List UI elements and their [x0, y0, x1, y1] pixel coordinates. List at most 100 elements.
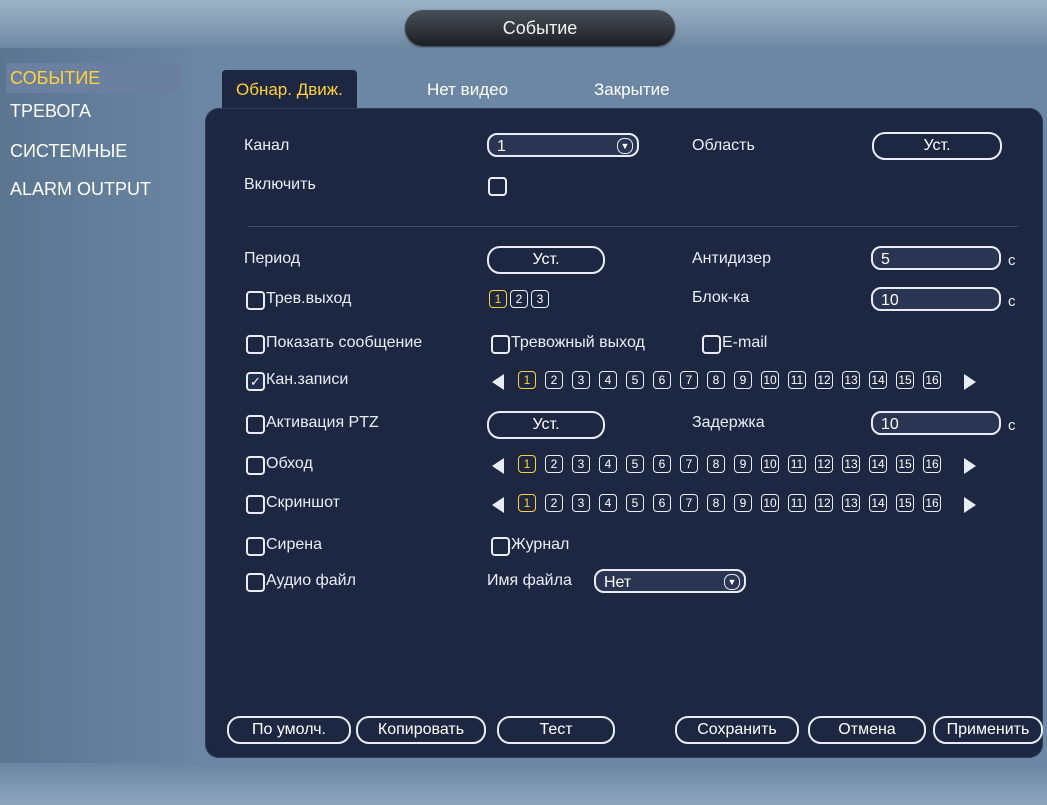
window-title: Событие — [405, 10, 675, 46]
channel-number-8[interactable]: 8 — [707, 494, 725, 512]
channel-number-9[interactable]: 9 — [734, 455, 752, 473]
snapshot-label: Скриншот — [266, 494, 340, 511]
channel-number-15[interactable]: 15 — [896, 494, 914, 512]
channel-number-16[interactable]: 16 — [923, 494, 941, 512]
channel-number-7[interactable]: 7 — [680, 455, 698, 473]
area-label: Область — [692, 137, 755, 154]
test-button[interactable]: Тест — [497, 716, 615, 744]
channel-number-13[interactable]: 13 — [842, 455, 860, 473]
email-checkbox[interactable] — [702, 335, 721, 354]
channel-number-11[interactable]: 11 — [788, 494, 806, 512]
channel-number-2[interactable]: 2 — [545, 494, 563, 512]
record-prev-arrow-icon[interactable] — [492, 374, 504, 390]
channel-number-7[interactable]: 7 — [680, 371, 698, 389]
delay-input[interactable]: 10 — [871, 411, 1001, 435]
channel-number-3[interactable]: 3 — [572, 371, 590, 389]
channel-number-8[interactable]: 8 — [707, 371, 725, 389]
channel-number-1[interactable]: 1 — [518, 455, 536, 473]
sidebar-item-alarm-output[interactable]: ALARM OUTPUT — [6, 174, 180, 204]
channel-number-13[interactable]: 13 — [842, 494, 860, 512]
antidither-label: Антидизер — [692, 250, 771, 267]
alarm-out-numbers: 1 2 3 — [489, 290, 559, 310]
sidebar-item-alarm[interactable]: ТРЕВОГА — [6, 96, 180, 126]
channel-number-14[interactable]: 14 — [869, 455, 887, 473]
tab-video-loss[interactable]: Нет видео — [427, 70, 508, 108]
channel-number-9[interactable]: 9 — [734, 371, 752, 389]
sidebar-item-event[interactable]: СОБЫТИЕ — [6, 63, 180, 93]
channel-number-8[interactable]: 8 — [707, 455, 725, 473]
channel-number-16[interactable]: 16 — [923, 371, 941, 389]
tab-motion-detect[interactable]: Обнар. Движ. — [222, 70, 357, 108]
channel-number-2[interactable]: 2 — [545, 455, 563, 473]
sidebar-item-system[interactable]: СИСТЕМНЫЕ — [6, 136, 180, 166]
channel-number-14[interactable]: 14 — [869, 371, 887, 389]
channel-number-4[interactable]: 4 — [599, 455, 617, 473]
log-checkbox[interactable] — [491, 537, 510, 556]
snapshot-next-arrow-icon[interactable] — [964, 497, 976, 513]
copy-button[interactable]: Копировать — [356, 716, 486, 744]
channel-number-3[interactable]: 3 — [572, 494, 590, 512]
channel-number-6[interactable]: 6 — [653, 371, 671, 389]
channel-number-4[interactable]: 4 — [599, 494, 617, 512]
ptz-setup-button[interactable]: Уст. — [487, 411, 605, 439]
channel-label: Канал — [244, 137, 290, 154]
file-name-select[interactable]: Нет ▼ — [594, 569, 746, 593]
record-next-arrow-icon[interactable] — [964, 374, 976, 390]
antidither-input[interactable]: 5 — [871, 246, 1001, 270]
enable-checkbox[interactable] — [488, 177, 507, 196]
channel-number-1[interactable]: 1 — [518, 494, 536, 512]
snapshot-checkbox[interactable] — [246, 495, 265, 514]
bottom-bar — [0, 763, 1047, 805]
tour-checkbox[interactable] — [246, 456, 265, 475]
audio-file-checkbox[interactable] — [246, 573, 265, 592]
default-button[interactable]: По умолч. — [227, 716, 351, 744]
cancel-button[interactable]: Отмена — [808, 716, 926, 744]
channel-number-10[interactable]: 10 — [761, 371, 779, 389]
channel-number-14[interactable]: 14 — [869, 494, 887, 512]
channel-number-3[interactable]: 3 — [572, 455, 590, 473]
latch-unit: c — [1008, 293, 1016, 310]
tour-next-arrow-icon[interactable] — [964, 458, 976, 474]
channel-number-7[interactable]: 7 — [680, 494, 698, 512]
channel-number-13[interactable]: 13 — [842, 371, 860, 389]
show-message-checkbox[interactable] — [246, 335, 265, 354]
channel-number-12[interactable]: 12 — [815, 371, 833, 389]
channel-number-4[interactable]: 4 — [599, 371, 617, 389]
channel-number-11[interactable]: 11 — [788, 455, 806, 473]
tab-tampering[interactable]: Закрытие — [594, 70, 670, 108]
alarm-out-1[interactable]: 1 — [489, 290, 507, 308]
channel-select[interactable]: 1 ▼ — [487, 133, 639, 157]
channel-number-15[interactable]: 15 — [896, 371, 914, 389]
channel-number-6[interactable]: 6 — [653, 494, 671, 512]
period-setup-button[interactable]: Уст. — [487, 246, 605, 274]
channel-number-11[interactable]: 11 — [788, 371, 806, 389]
channel-number-9[interactable]: 9 — [734, 494, 752, 512]
channel-number-15[interactable]: 15 — [896, 455, 914, 473]
channel-number-5[interactable]: 5 — [626, 371, 644, 389]
channel-number-5[interactable]: 5 — [626, 494, 644, 512]
area-setup-button[interactable]: Уст. — [872, 132, 1002, 160]
alarm-out-2[interactable]: 2 — [510, 290, 528, 308]
tour-prev-arrow-icon[interactable] — [492, 458, 504, 474]
channel-number-1[interactable]: 1 — [518, 371, 536, 389]
channel-number-10[interactable]: 10 — [761, 494, 779, 512]
record-channel-checkbox[interactable]: ✓ — [246, 372, 265, 391]
snapshot-prev-arrow-icon[interactable] — [492, 497, 504, 513]
channel-number-16[interactable]: 16 — [923, 455, 941, 473]
save-button[interactable]: Сохранить — [675, 716, 799, 744]
alarm-upload-checkbox[interactable] — [491, 335, 510, 354]
apply-button[interactable]: Применить — [933, 716, 1043, 744]
latch-label: Блок-ка — [692, 289, 750, 306]
channel-number-12[interactable]: 12 — [815, 455, 833, 473]
latch-input[interactable]: 10 — [871, 287, 1001, 311]
siren-checkbox[interactable] — [246, 537, 265, 556]
ptz-checkbox[interactable] — [246, 415, 265, 434]
channel-number-10[interactable]: 10 — [761, 455, 779, 473]
alarm-out-checkbox[interactable] — [246, 291, 265, 310]
alarm-out-3[interactable]: 3 — [531, 290, 549, 308]
channel-number-5[interactable]: 5 — [626, 455, 644, 473]
channel-number-12[interactable]: 12 — [815, 494, 833, 512]
show-message-label: Показать сообщение — [266, 334, 423, 351]
channel-number-2[interactable]: 2 — [545, 371, 563, 389]
channel-number-6[interactable]: 6 — [653, 455, 671, 473]
